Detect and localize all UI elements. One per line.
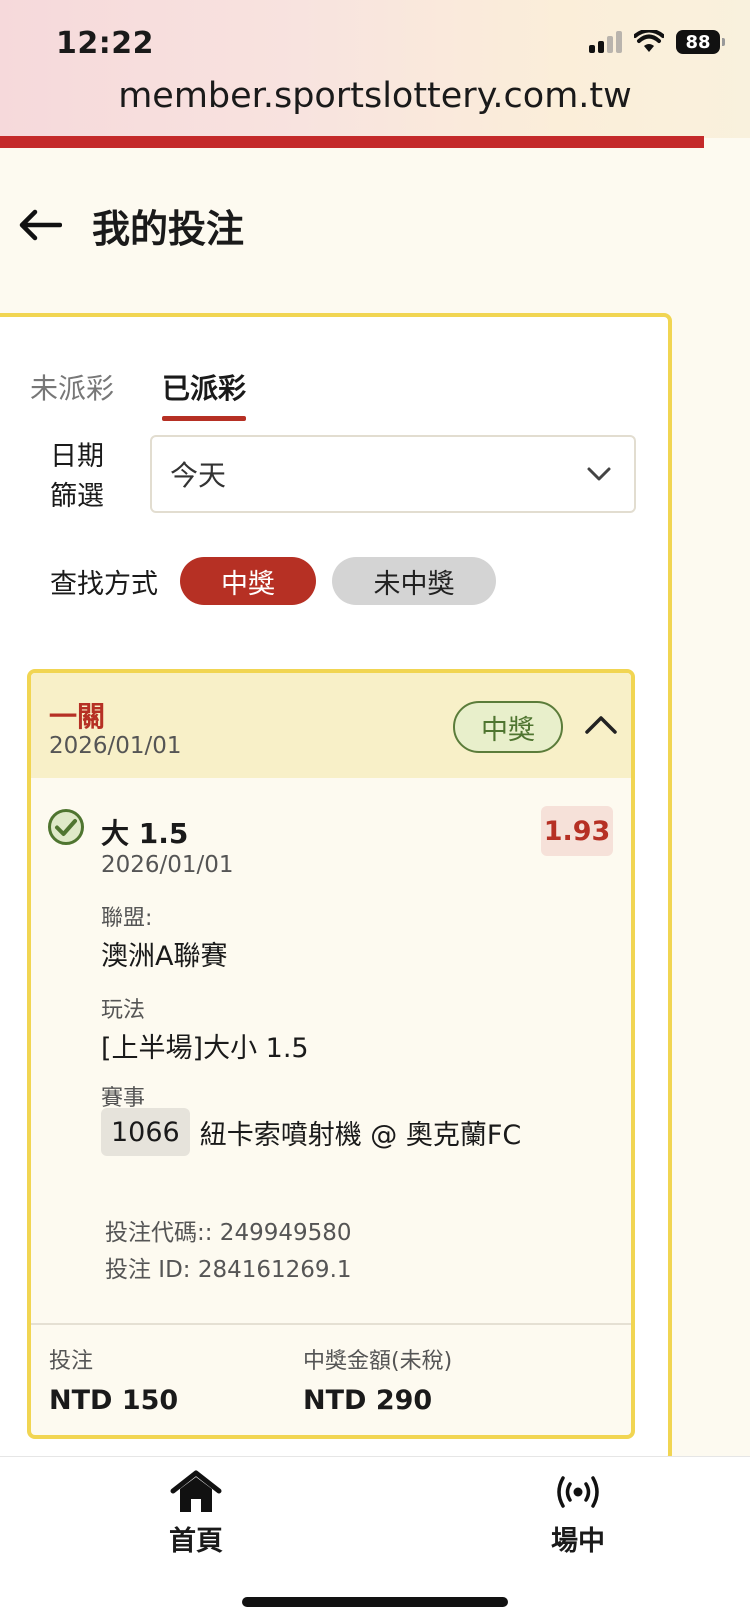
filter-won-button[interactable]: 中獎: [180, 557, 316, 605]
filter-lost-button[interactable]: 未中獎: [332, 557, 496, 605]
cellular-signal-icon: [589, 31, 622, 53]
payout-label: 中獎金額(未稅): [303, 1349, 453, 1374]
live-broadcast-icon: [557, 1476, 599, 1508]
home-icon: [170, 1470, 222, 1512]
search-mode-label: 查找方式: [50, 568, 158, 600]
page-title: 我的投注: [92, 206, 245, 251]
status-time: 12:22: [56, 26, 154, 61]
bet-card: 一關 2026/01/01 中獎 大 1.5 2026/01/01 1.93 聯…: [27, 669, 635, 1439]
page: 12:22 88 member.sportslottery.com.tw 我的投…: [0, 0, 750, 1624]
bet-status-tabs: 未派彩 已派彩: [30, 367, 247, 421]
nav-home-label: 首頁: [169, 1526, 223, 1557]
browser-top-bar: 12:22 88 member.sportslottery.com.tw: [0, 0, 750, 138]
stake-value: NTD 150: [49, 1385, 179, 1416]
bet-date: 2026/01/01: [49, 733, 182, 759]
bet-id: 投注 ID: 284161269.1: [105, 1257, 352, 1283]
status-badge: 中獎: [453, 701, 563, 753]
battery-icon: 88: [676, 30, 725, 54]
date-filter-select[interactable]: 今天: [150, 435, 636, 513]
bets-panel: 未派彩 已派彩 日期 篩選 今天 查找方式 中獎 未中獎 一關 2026/01/…: [0, 313, 672, 1463]
event-row: 1066 紐卡索噴射機 @ 奧克蘭FC: [101, 1108, 521, 1156]
nav-live[interactable]: 場中: [518, 1469, 638, 1558]
bet-type: 一關: [49, 700, 106, 733]
back-arrow-icon[interactable]: [18, 203, 62, 247]
date-filter-label-line1: 日期: [50, 441, 104, 472]
selection-name: 大 1.5: [101, 817, 189, 850]
home-indicator: [242, 1597, 508, 1607]
nav-home[interactable]: 首頁: [136, 1469, 256, 1558]
check-circle-icon: [48, 809, 84, 845]
search-mode-row: 查找方式 中獎 未中獎: [50, 557, 512, 605]
event-code: 1066: [101, 1108, 190, 1156]
bottom-nav: 首頁 場中: [0, 1456, 750, 1624]
market-value: [上半場]大小 1.5: [101, 1033, 309, 1064]
wifi-icon: [634, 30, 664, 52]
date-filter-label: 日期 篩選: [50, 437, 130, 517]
bet-code: 投注代碼:: 249949580: [105, 1220, 352, 1246]
payout-block: 中獎金額(未稅) NTD 290: [303, 1343, 452, 1416]
nav-live-label: 場中: [551, 1526, 605, 1557]
league-label: 聯盟:: [101, 906, 153, 931]
url-bar[interactable]: member.sportslottery.com.tw: [0, 76, 750, 116]
tab-unsettled[interactable]: 未派彩: [30, 367, 114, 421]
chevron-up-icon[interactable]: [579, 703, 623, 747]
status-icons: 88: [589, 30, 725, 54]
date-filter-value: 今天: [170, 459, 227, 492]
tab-settled[interactable]: 已派彩: [162, 367, 247, 421]
page-load-progress: [0, 136, 704, 148]
stake-label: 投注: [49, 1349, 94, 1374]
stake-block: 投注 NTD 150: [49, 1343, 178, 1416]
payout-value: NTD 290: [303, 1385, 433, 1416]
bet-card-footer: 投注 NTD 150 中獎金額(未稅) NTD 290: [31, 1323, 631, 1435]
odds-badge: 1.93: [541, 806, 613, 856]
bet-card-header[interactable]: 一關 2026/01/01 中獎: [31, 673, 631, 778]
event-name: 紐卡索噴射機 @ 奧克蘭FC: [199, 1119, 522, 1151]
league-value: 澳洲A聯賽: [101, 941, 228, 972]
selection-date: 2026/01/01: [101, 852, 234, 878]
chevron-down-icon: [587, 467, 611, 481]
date-filter-label-line2: 篩選: [50, 481, 104, 512]
page-header: 我的投注: [0, 190, 244, 260]
bet-card-body: 大 1.5 2026/01/01 1.93 聯盟: 澳洲A聯賽 玩法 [上半場]…: [31, 778, 631, 1323]
market-label: 玩法: [101, 998, 146, 1023]
